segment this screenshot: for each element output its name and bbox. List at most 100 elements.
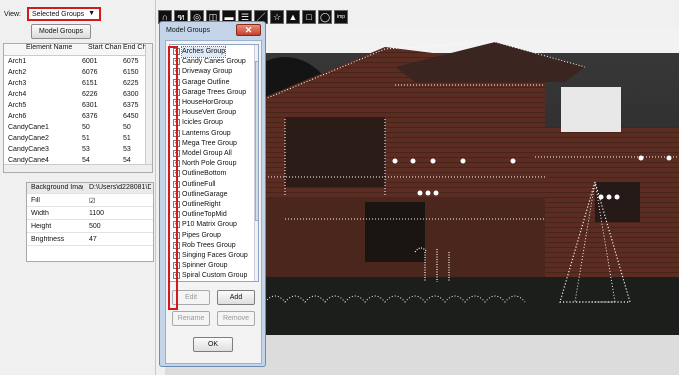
property-value[interactable]: ☑ (89, 197, 151, 205)
table-cell: CandyCane2 (8, 135, 49, 142)
group-label: North Pole Group (182, 160, 237, 168)
property-value[interactable]: 500 (89, 223, 151, 230)
table-cell: Arch2 (8, 69, 27, 76)
group-list-item[interactable]: ✓ Pipes Group (170, 231, 253, 241)
group-label: Rob Trees Group (182, 241, 236, 249)
properties-table[interactable]: Background Image D:\Users\d228081\Do Fill ☑… (26, 182, 154, 262)
group-label: OutlineFull (182, 180, 216, 188)
group-label: OutlineGarage (182, 190, 228, 198)
table-cell: 51 (82, 135, 90, 142)
chevron-down-icon: ▼ (88, 10, 95, 17)
group-label: OutlineRight (182, 201, 221, 208)
group-label: Spiral Custom Group (182, 272, 248, 280)
table-cell: 51 (123, 135, 131, 142)
property-key: Background Image (31, 184, 83, 191)
table-row[interactable]: CandyCane3 53 53 (4, 146, 146, 156)
group-list-item[interactable]: ✓ HouseVert Group (170, 108, 253, 118)
model-group-list[interactable]: ✓ Arches Group ✓ Candy Canes Group ✓ Driveway… (169, 44, 259, 282)
table-cell: CandyCane1 (8, 124, 49, 131)
group-list-scrollbar[interactable] (254, 45, 258, 281)
table-cell: CandyCane4 (8, 157, 49, 164)
scrollbar-thumb[interactable] (255, 61, 258, 221)
property-key: Fill (31, 197, 40, 204)
group-list-item[interactable]: ✓ OutlineRight (170, 200, 253, 210)
group-list-item[interactable]: ✓ OutlineBottom (170, 169, 253, 179)
property-row[interactable]: Height 500 (27, 222, 153, 233)
property-value[interactable]: 47 (89, 236, 151, 243)
table-cell: 50 (82, 124, 90, 131)
table-row[interactable]: Arch5 6301 6375 (4, 102, 146, 112)
group-list-item[interactable]: ✓ OutlineFull (170, 180, 253, 190)
table-cell: Arch6 (8, 113, 27, 120)
table-row[interactable]: Arch2 6076 6150 (4, 69, 146, 79)
property-row[interactable]: Width 1100 (27, 209, 153, 220)
group-list-item[interactable]: ✓ Model Group All (170, 149, 253, 159)
group-list-item[interactable]: ✓ Driveway Group (170, 67, 253, 77)
rectangle-tool-icon[interactable]: □ (302, 10, 316, 24)
table-cell: 6300 (123, 91, 139, 98)
group-list-item[interactable]: ✓ Rob Trees Group (170, 241, 253, 251)
group-list-item[interactable]: ✓ Icicles Group (170, 118, 253, 128)
checkbox-column-highlight (168, 46, 178, 310)
table-cell: 53 (123, 146, 131, 153)
model-table[interactable]: Element Name Start Chan End Cha Arch1 600… (3, 43, 153, 173)
group-list-item[interactable]: ✓ P10 Matrix Group (170, 220, 253, 230)
property-value[interactable]: D:\Users\d228081\Do (89, 184, 151, 191)
table-cell: 53 (82, 146, 90, 153)
group-list-item[interactable]: ✓ Candy Canes Group (170, 57, 253, 67)
tree-tool-icon[interactable]: ▲ (286, 10, 300, 24)
close-icon[interactable]: ✕ (236, 24, 261, 36)
table-row[interactable]: CandyCane2 51 51 (4, 135, 146, 145)
group-list-item[interactable]: ✓ Lanterns Group (170, 129, 253, 139)
table-row[interactable]: Arch3 6151 6225 (4, 80, 146, 90)
star-tool-icon[interactable]: ☆ (270, 10, 284, 24)
group-list-item[interactable]: ✓ Garage Outline (170, 78, 253, 88)
table-cell: 6376 (82, 113, 98, 120)
sphere-tool-icon[interactable]: ◯ (318, 10, 332, 24)
group-list-item[interactable]: ✓ Arches Group (170, 46, 253, 58)
table-row[interactable]: Arch1 6001 6075 (4, 58, 146, 68)
dialog-body: ✓ Arches Group ✓ Candy Canes Group ✓ Driveway… (165, 40, 262, 364)
property-row[interactable]: Background Image D:\Users\d228081\Do (27, 183, 153, 194)
group-list-item[interactable]: ✓ Spinner Group (170, 261, 253, 271)
group-list-item[interactable]: ✓ Mega Tree Group (170, 139, 253, 149)
column-header-start-chan[interactable]: Start Chan (88, 44, 126, 51)
property-row[interactable]: Brightness 47 (27, 235, 153, 246)
column-header-end-chan[interactable]: End Cha (123, 44, 147, 51)
group-label: Garage Outline (182, 78, 230, 86)
ok-button[interactable]: OK (193, 337, 233, 352)
property-value[interactable]: 1100 (89, 210, 151, 217)
group-label: Garage Trees Group (182, 88, 247, 96)
model-table-horizontal-scrollbar[interactable] (4, 164, 152, 172)
table-cell: 6151 (82, 80, 98, 87)
rename-button[interactable]: Rename (172, 311, 210, 326)
add-button[interactable]: Add (217, 290, 255, 305)
view-select[interactable]: Selected Groups ▼ (27, 7, 101, 21)
model-table-vertical-scrollbar[interactable] (145, 44, 152, 166)
group-list-item[interactable]: ✓ Spiral Custom Group (170, 271, 253, 281)
table-cell: 6375 (123, 102, 139, 109)
remove-button[interactable]: Remove (217, 311, 255, 326)
group-list-item[interactable]: ✓ North Pole Group (170, 159, 253, 169)
group-list-item[interactable]: ✓ Singing Faces Group (170, 251, 253, 261)
group-list-item[interactable]: ✓ OutlineGarage (170, 190, 253, 200)
group-list-item[interactable]: ✓ OutlineTopMid (170, 210, 253, 220)
model-groups-button[interactable]: Model Groups (31, 24, 91, 39)
table-cell: 6075 (123, 58, 139, 65)
table-row[interactable]: Arch6 6376 6450 (4, 113, 146, 123)
group-list-item[interactable]: ✓ HouseHorGroup (170, 98, 253, 108)
import-tool-icon[interactable]: imp (334, 10, 348, 24)
table-row[interactable]: CandyCane1 50 50 (4, 124, 146, 134)
table-cell: 6226 (82, 91, 98, 98)
column-header-element-name[interactable]: Element Name (26, 44, 96, 51)
table-cell: Arch1 (8, 58, 27, 65)
property-row[interactable]: Fill ☑ (27, 196, 153, 207)
table-cell: 50 (123, 124, 131, 131)
group-label: Arches Group (180, 46, 227, 58)
group-list-item[interactable]: ✓ Garage Trees Group (170, 88, 253, 98)
group-label: Driveway Group (182, 68, 233, 76)
table-row[interactable]: Arch4 6226 6300 (4, 91, 146, 101)
table-cell: Arch3 (8, 80, 27, 87)
group-label: HouseHorGroup (182, 99, 233, 106)
group-label: Model Group All (182, 150, 232, 157)
